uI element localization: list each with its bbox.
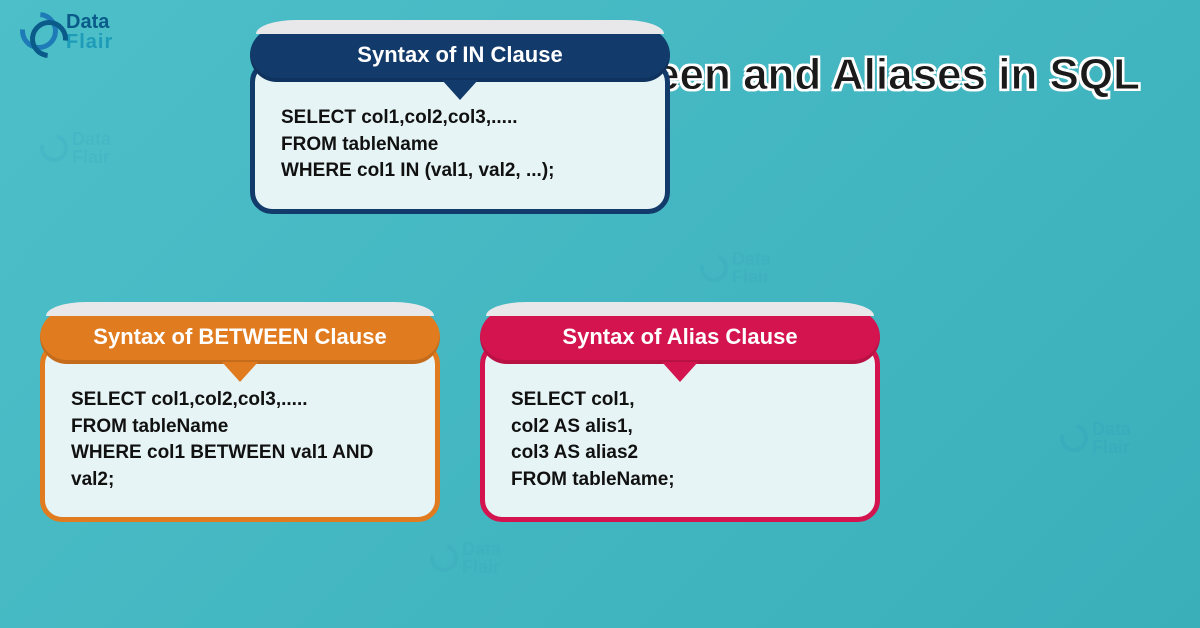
card-header: Syntax of BETWEEN Clause xyxy=(40,310,440,364)
logo-icon xyxy=(20,12,60,52)
watermark: DataFlair xyxy=(1060,420,1131,456)
card-header: Syntax of IN Clause xyxy=(250,28,670,82)
card-between-clause: Syntax of BETWEEN Clause SELECT col1,col… xyxy=(40,310,440,522)
watermark: DataFlair xyxy=(430,540,501,576)
watermark: DataFlair xyxy=(40,130,111,166)
card-in-clause: Syntax of IN Clause SELECT col1,col2,col… xyxy=(250,28,670,214)
watermark: DataFlair xyxy=(700,250,771,286)
logo-text-2: Flair xyxy=(66,32,113,52)
card-alias-clause: Syntax of Alias Clause SELECT col1, col2… xyxy=(480,310,880,522)
brand-logo: Data Flair xyxy=(20,12,113,52)
card-header: Syntax of Alias Clause xyxy=(480,310,880,364)
logo-text-1: Data xyxy=(66,12,113,32)
